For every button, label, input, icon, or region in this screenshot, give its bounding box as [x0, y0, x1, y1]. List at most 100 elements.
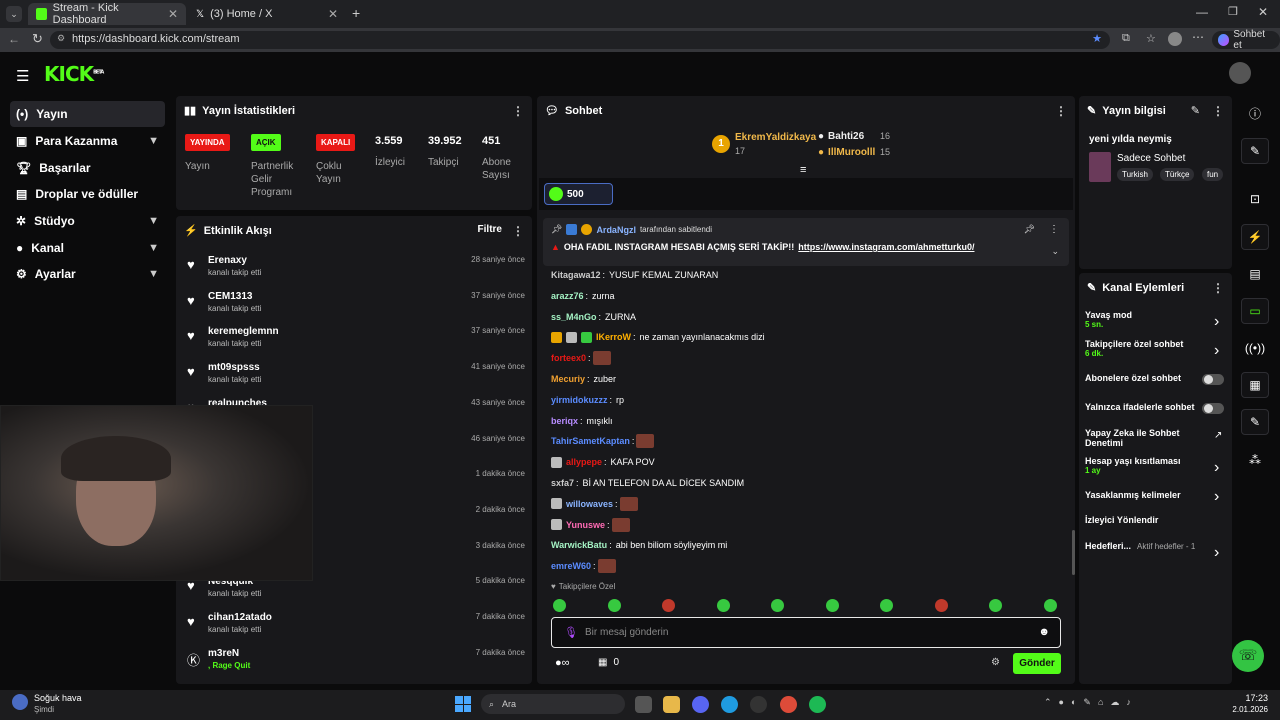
sidebar-item-studyo[interactable]: ✲ Stüdyo ▼ [10, 208, 165, 234]
maximize-icon[interactable]: ❐ [1228, 5, 1238, 18]
activity-row[interactable]: ♥ cihan12atado kanalı takip etti 7 dakika ö… [185, 610, 525, 646]
chevron-right-icon[interactable]: › [1214, 544, 1219, 562]
quick-emote[interactable] [934, 599, 948, 612]
favorite-star-icon[interactable]: ★ [1092, 32, 1102, 45]
stream-tag[interactable]: Turkish [1117, 168, 1153, 181]
kebab-menu-icon[interactable]: ⋮ [1049, 224, 1059, 235]
tab-x-home[interactable]: 𝕏 (3) Home / X ✕ [188, 3, 346, 25]
url-field[interactable]: ⚙ https://dashboard.kick.com/stream ★ [50, 31, 1110, 49]
chat-settings-icon[interactable]: ⚙ [991, 657, 1000, 668]
lightning-icon[interactable]: ⚡ [1241, 224, 1269, 250]
weather-text[interactable]: Soğuk hava [34, 693, 82, 703]
gift-counter[interactable]: 500 [544, 183, 613, 205]
leader-3[interactable]: ● IllMuroolll [818, 147, 875, 158]
chat-input-box[interactable]: 🎙︎ Bir mesaj gönderin ☻ [551, 617, 1061, 648]
chat-username[interactable]: ss_M4nGo [551, 312, 597, 322]
filter-button[interactable]: Filtre [478, 224, 502, 235]
activity-username[interactable]: mt09spsss [208, 362, 260, 373]
pinned-user[interactable]: ArdaNgzl [596, 225, 636, 235]
drops-icon[interactable]: ⁂ [1241, 447, 1269, 473]
channel-action-row[interactable]: Yasaklanmış kelimeler [1085, 490, 1227, 500]
user-avatar[interactable] [1229, 62, 1251, 84]
chat-message[interactable]: emreW60: [551, 558, 616, 574]
activity-username[interactable]: keremeglemnn [208, 326, 279, 337]
site-info-icon[interactable]: ⚙ [57, 33, 65, 44]
sidebar-item-yayin[interactable]: (•) Yayın [10, 101, 165, 127]
sidebar-item-para-kazanma[interactable]: ▣ Para Kazanma ▼ [10, 128, 165, 154]
emoji-icon[interactable]: ☻ [1038, 626, 1050, 638]
chat-username[interactable]: willowaves [566, 499, 613, 509]
sidebar-item-ayarlar[interactable]: ⚙ Ayarlar ▼ [10, 261, 165, 287]
broadcast-icon[interactable]: ((•)) [1241, 335, 1269, 361]
leader-2[interactable]: ● Bahti26 [818, 131, 864, 142]
taskbar-search[interactable]: ⌕ Ara [481, 694, 625, 714]
chrome-icon[interactable] [780, 696, 797, 713]
quick-emote[interactable] [607, 599, 621, 612]
chat-message[interactable]: allypepe: KAFA POV [551, 454, 655, 470]
pin-icon[interactable]: 📌︎ [1024, 224, 1035, 235]
discord-icon[interactable] [692, 696, 709, 713]
info-icon[interactable]: ⓘ [1241, 100, 1269, 126]
tab-list-button[interactable]: ⌄ [6, 6, 22, 22]
file-explorer-icon[interactable] [663, 696, 680, 713]
chat-username[interactable]: beriqx [551, 416, 578, 426]
chat-message[interactable]: sxfa7: Bİ AN TELEFON DA AL DİCEK SANDIM [551, 475, 744, 491]
category-name[interactable]: Sadece Sohbet [1117, 153, 1185, 164]
microphone-icon[interactable]: 🎙︎ [564, 626, 578, 639]
document-icon[interactable]: ▤ [1241, 261, 1269, 287]
weather-icon[interactable] [12, 694, 28, 710]
close-tab-icon[interactable]: ✕ [168, 7, 178, 21]
channel-action-row[interactable]: Yavaş mod 5 sn. [1085, 310, 1227, 329]
quick-emote[interactable] [825, 599, 839, 612]
chat-message[interactable]: Mecuriy: zuber [551, 371, 616, 387]
clock-date[interactable]: 2.01.2026 [1206, 705, 1268, 714]
activity-row[interactable]: ♥ keremeglemnn kanalı takip etti 37 saniye … [185, 324, 525, 360]
kebab-menu-icon[interactable]: ⋮ [1055, 104, 1067, 118]
kick-logo[interactable]: KICKBETA [44, 62, 104, 86]
chat-message[interactable]: forteex0: [551, 350, 611, 366]
system-tray-icons[interactable]: ⌃●◐✎⌂☁♪ [1044, 697, 1138, 708]
reload-icon[interactable]: ↻ [32, 31, 43, 47]
activity-row[interactable]: Ⓚm3reN, Rage Quit 7 dakika önce [185, 646, 525, 682]
more-menu-icon[interactable]: ⋯ [1192, 30, 1204, 44]
quick-emote[interactable] [880, 599, 893, 612]
chat-username[interactable]: Mecuriy [551, 374, 585, 384]
external-link-icon[interactable]: ↗ [1214, 430, 1222, 441]
start-icon[interactable] [455, 696, 471, 712]
close-window-icon[interactable]: ✕ [1258, 5, 1268, 19]
chevron-right-icon[interactable]: › [1214, 459, 1219, 477]
chat-username[interactable]: yirmidokuzzz [551, 395, 608, 405]
quick-emote[interactable] [553, 599, 566, 612]
sidebar-item-droplar[interactable]: ▤ Droplar ve ödüller [10, 181, 165, 207]
obs-icon[interactable] [750, 696, 767, 713]
kebab-menu-icon[interactable]: ⋮ [1212, 281, 1224, 295]
activity-row[interactable]: ♥ CEM1313 kanalı takip etti 37 saniye önce [185, 289, 525, 325]
spotify-icon[interactable] [809, 696, 826, 713]
kebab-menu-icon[interactable]: ⋮ [1212, 104, 1224, 118]
edit-pencil-icon[interactable]: ✎ [1191, 104, 1200, 117]
channel-action-row[interactable]: İzleyici Yönlendir [1085, 515, 1227, 525]
kebab-menu-icon[interactable]: ⋮ [512, 224, 524, 238]
layout-icon[interactable]: ▦ [1241, 372, 1269, 398]
sidebar-item-kanal[interactable]: ● Kanal ▼ [10, 235, 165, 261]
leader-name[interactable]: EkremYaldizkaya [735, 132, 816, 143]
activity-username[interactable]: cihan12atado [208, 612, 272, 623]
chat-username[interactable]: Yunuswe [566, 520, 605, 530]
chat-username[interactable]: arazz76 [551, 291, 584, 301]
chat-message[interactable]: lKerroW: ne zaman yayınlanacakmıs dizi [551, 329, 765, 345]
toggle-switch[interactable] [1202, 403, 1224, 414]
chat-username[interactable]: emreW60 [551, 561, 591, 571]
activity-row[interactable]: ♥ Erenaxy kanalı takip etti 28 saniye önce [185, 253, 525, 289]
back-icon[interactable]: ← [8, 32, 20, 46]
chat-bubble-icon[interactable]: ▭ [1241, 298, 1269, 324]
activity-username[interactable]: m3reN [208, 648, 239, 659]
activity-username[interactable]: Erenaxy [208, 255, 247, 266]
new-tab-icon[interactable]: + [352, 5, 360, 21]
clock-time[interactable]: 17:23 [1220, 693, 1268, 703]
hamburger-menu-icon[interactable]: ☰ [16, 67, 29, 85]
chat-message[interactable]: TahirSametKaptan: [551, 433, 655, 449]
chevron-right-icon[interactable]: › [1214, 342, 1219, 360]
capture-icon[interactable]: ⊡ [1241, 186, 1269, 212]
chat-username[interactable]: TahirSametKaptan [551, 436, 630, 446]
activity-row[interactable]: ♥ mt09spsss kanalı takip etti 41 saniye önc… [185, 360, 525, 396]
